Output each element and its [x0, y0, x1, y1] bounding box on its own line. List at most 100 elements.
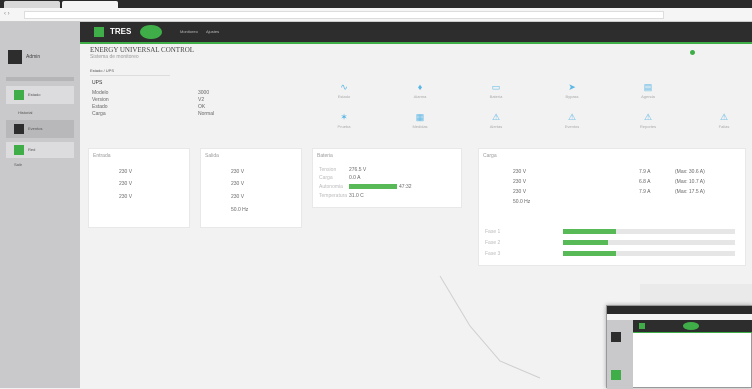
action-label: Medidas [412, 124, 428, 129]
thumb-avatar [611, 332, 621, 342]
load-bar-label: Fase 2 [485, 240, 501, 246]
thumb-green-icon [611, 370, 621, 380]
user-name: Admin [26, 54, 41, 60]
ups-field-value: V2 [198, 97, 205, 103]
menu-icon[interactable] [94, 27, 104, 37]
thumb-titlebar [607, 306, 752, 314]
ups-field-key: Carga [92, 111, 106, 117]
load-max: (Max: 30.6 A) [675, 169, 705, 175]
nav-item-monitoreo[interactable]: Monitoreo [180, 29, 198, 34]
load-max: (Max: 17.5 A) [675, 189, 705, 195]
load-voltage: 230 V [513, 179, 527, 185]
top-navbar: TRES Monitoreo Ajustes [80, 22, 752, 42]
action-grid: ∿ Estado ♦ Alarma ▭ Bateria ➤ Bypass ▤ Agenda ✶ Pru… [316, 80, 736, 134]
load-bar-label: Fase 1 [485, 229, 501, 235]
ups-summary: UPS Modelo 3000 Version V2 Estado OK Car… [88, 78, 268, 128]
thumb-navbar [633, 320, 752, 332]
ups-field-value: Normal [198, 111, 215, 117]
action-label: Prueba [337, 124, 351, 129]
sidebar-item-estado[interactable]: Estado [6, 86, 74, 104]
load-current: 6.8 A [639, 179, 651, 185]
battery-value: 0.0 A [349, 175, 361, 181]
action-label: Reportes [639, 124, 657, 129]
load-bar-fill [563, 240, 608, 245]
browser-tab-active[interactable] [62, 1, 118, 8]
action-label: Alertas [489, 124, 503, 129]
sidebar-item-salir[interactable]: Salir [14, 162, 22, 167]
battery-value: 31.0 C [349, 193, 364, 199]
output-frequency: 50.0 Hz [231, 207, 249, 213]
page-subtitle: Sistema de monitoreo [90, 54, 139, 60]
battery-key: Carga [319, 175, 333, 181]
output-card: Salida 230 V 230 V 230 V 50.0 Hz [200, 148, 302, 228]
input-voltage: 230 V [119, 194, 133, 200]
page-header: ENERGY UNIVERSAL CONTROL Sistema de moni… [90, 46, 194, 60]
nav-item-ajustes[interactable]: Ajustes [206, 29, 219, 34]
screenshot-thumbnail[interactable] [606, 305, 752, 389]
page-title: ENERGY UNIVERSAL CONTROL [90, 46, 195, 54]
breadcrumb: Estado / UPS [90, 68, 170, 76]
action-label: Alarma [413, 94, 427, 99]
battery-icon[interactable]: ▭ [488, 82, 504, 93]
brand-logo: TRES [110, 27, 132, 36]
card-title: Salida [205, 153, 219, 159]
thumb-menu-icon [639, 323, 645, 329]
browser-titlebar [0, 0, 752, 8]
input-voltage: 230 V [119, 181, 133, 187]
autonomy-bar [349, 184, 397, 189]
load-current: 7.9 A [639, 169, 651, 175]
logo-badge [140, 25, 162, 39]
input-card: Entrada 230 V 230 V 230 V [88, 148, 190, 228]
autonomy-value: 47:32 [399, 184, 412, 190]
warning-icon[interactable]: ⚠ [564, 112, 580, 123]
card-title: Carga [483, 153, 497, 159]
ups-field-key: Version [92, 97, 109, 103]
load-bar-fill [563, 229, 617, 234]
thumb-sidebar [607, 320, 633, 389]
estado-icon [14, 90, 24, 100]
load-max: (Max: 10.7 A) [675, 179, 705, 185]
warning-icon[interactable]: ⚠ [640, 112, 656, 123]
accent-line [80, 42, 752, 44]
output-voltage: 230 V [231, 169, 245, 175]
thumb-accent [633, 332, 752, 333]
sidebar-divider [6, 77, 74, 81]
browser-tab[interactable] [4, 1, 60, 8]
mic-icon[interactable]: ♦ [412, 82, 428, 92]
action-label: Bateria [489, 94, 503, 99]
battery-card: Bateria Tension 276.5 V Carga 0.0 A Auto… [312, 148, 462, 208]
battery-key: Autonomia [319, 184, 343, 190]
output-voltage: 230 V [231, 194, 245, 200]
input-voltage: 230 V [119, 169, 133, 175]
battery-key: Temperatura [319, 193, 348, 199]
bolt-icon[interactable]: ✶ [336, 112, 352, 123]
browser-urlbar[interactable]: ‹ › [0, 8, 752, 22]
load-bar-label: Fase 3 [485, 251, 501, 257]
ups-field-value: 3000 [198, 90, 210, 96]
thumb-logo [683, 322, 699, 330]
ups-label: UPS [92, 80, 103, 86]
action-label: Eventos [564, 124, 580, 129]
action-label: Estado [337, 94, 351, 99]
arrow-icon[interactable]: ➤ [564, 82, 580, 93]
grid-icon[interactable]: ▦ [412, 112, 428, 123]
calendar-icon[interactable]: ▤ [640, 82, 656, 93]
sidebar-item-eventos[interactable]: Eventos [6, 120, 74, 138]
output-voltage: 230 V [231, 181, 245, 187]
sidebar-item-red[interactable]: Red [6, 142, 74, 158]
pulse-icon[interactable]: ∿ [336, 82, 352, 93]
sidebar-item-historial[interactable]: Historial [18, 110, 32, 115]
graph-line [439, 275, 541, 379]
ups-field-key: Estado [92, 104, 108, 110]
load-voltage: 230 V [513, 189, 527, 195]
load-bar-fill [563, 251, 617, 256]
ups-field-value: OK [198, 104, 206, 110]
back-icon[interactable]: ‹ › [4, 11, 10, 17]
status-icon [690, 50, 695, 55]
warning-icon[interactable]: ⚠ [488, 112, 504, 123]
address-field[interactable] [24, 11, 664, 19]
eventos-icon [14, 124, 24, 134]
load-current: 7.9 A [639, 189, 651, 195]
red-icon [14, 145, 24, 155]
warning-icon[interactable]: ⚠ [716, 112, 732, 123]
